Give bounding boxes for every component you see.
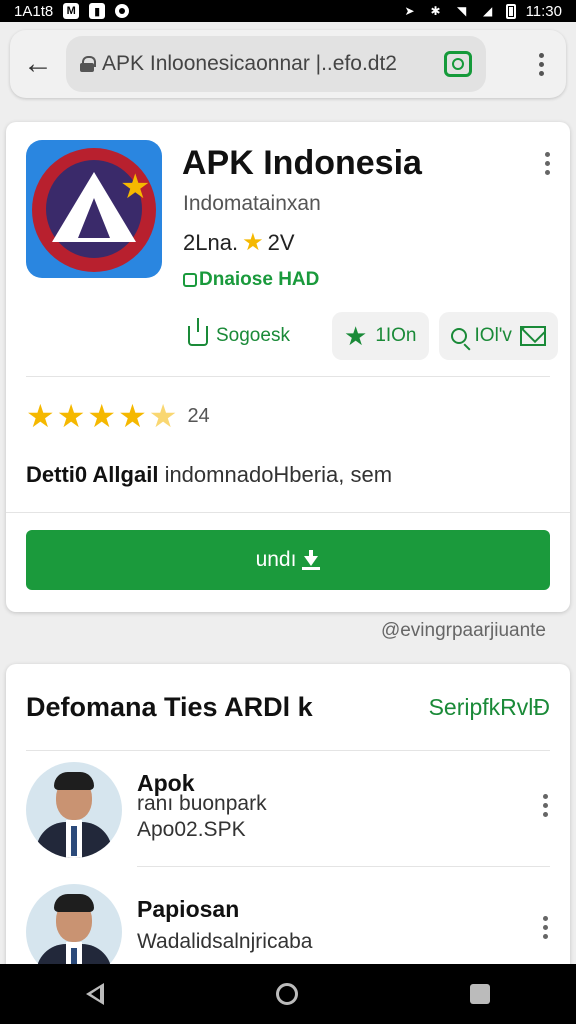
item-more-icon[interactable]: [540, 794, 550, 817]
wifi-icon: ◥: [456, 4, 467, 18]
location-icon: ➤: [404, 4, 415, 18]
status-time: 11:30: [525, 2, 562, 20]
divider: [137, 866, 550, 867]
rating-prefix: 2Lna.: [183, 229, 239, 255]
notification-icon: M: [63, 3, 80, 19]
search-label: IOl'v: [474, 325, 512, 346]
item-more-icon[interactable]: [540, 916, 550, 939]
install-button[interactable]: undı: [26, 530, 550, 590]
app-card: ★ APK Indonesia Indomatainxan 2Lna. ★ 2V…: [6, 122, 570, 612]
divider: [26, 376, 550, 377]
person-line1: Wadalidsalnjricaba: [137, 930, 313, 953]
person-name: Papiosan: [137, 896, 240, 922]
more-vert-icon[interactable]: [516, 52, 566, 76]
divider: [26, 750, 550, 751]
badge-icon: [183, 273, 197, 287]
battery-icon: [505, 3, 516, 19]
download-icon: [302, 550, 321, 570]
list-item[interactable]: Apok ranı buonpark Apo02.SPK: [6, 754, 570, 864]
nav-home-icon[interactable]: [276, 983, 298, 1005]
star-outline-icon: ★: [344, 321, 368, 351]
star-label: 1IOn: [375, 325, 417, 346]
url-text[interactable]: APK Inloonesicaonnar |..efo.dt2: [102, 52, 436, 76]
app-rating-line: 2Lna. ★ 2V: [183, 228, 295, 257]
record-icon: [115, 4, 130, 18]
status-text: 1A1t8: [14, 2, 54, 20]
signal-icon: ◢: [482, 4, 493, 18]
app-more-icon[interactable]: [542, 152, 552, 175]
rating-count: 24: [187, 404, 210, 427]
app-badge: Dnaiose HAD: [183, 269, 319, 291]
status-left: 1A1t8 M ▮: [14, 2, 130, 20]
browser-toolbar: ← APK Inloonesicaonnar |..efo.dt2: [10, 30, 566, 98]
star-icon: ★: [87, 398, 117, 434]
tab-switcher-icon[interactable]: [444, 51, 472, 77]
nav-back-icon[interactable]: [86, 983, 104, 1005]
share-button[interactable]: Sogoesk: [182, 312, 322, 360]
search-button[interactable]: IOl'v: [438, 312, 558, 360]
footer-note: @evingrpaarjiuante: [380, 620, 546, 641]
section-link[interactable]: SeripfkRvlĐ: [429, 694, 550, 721]
star-icon: ★: [56, 398, 86, 434]
navigation-bar: [0, 964, 576, 1024]
bluetooth-icon: ✱: [430, 4, 441, 18]
mail-icon: [519, 326, 546, 346]
section-title: Defomana Ties ARDl k: [26, 692, 313, 722]
person-line2: Apo02.SPK: [137, 818, 246, 841]
nav-recents-icon[interactable]: [470, 984, 490, 1004]
half-star-icon: ★: [148, 398, 178, 434]
gallery-icon: ▮: [89, 3, 106, 19]
rating-suffix: 2V: [267, 229, 295, 255]
developer-name[interactable]: indomnadoHberia, sem: [165, 462, 392, 487]
address-bar[interactable]: APK Inloonesicaonnar |..efo.dt2: [66, 36, 486, 92]
app-subtitle: Indomatainxan: [183, 192, 321, 215]
star-icon: ★: [242, 229, 264, 256]
app-logo-icon: ★: [26, 140, 162, 278]
badge-text: Dnaiose HAD: [199, 269, 320, 290]
developers-card: Defomana Ties ARDl k SeripfkRvlĐ Apok ra…: [6, 664, 570, 984]
status-right: ➤ ✱ ◥ ◢ 11:30: [402, 3, 562, 20]
star-icon: ★: [26, 398, 55, 434]
back-arrow-icon[interactable]: ←: [10, 30, 66, 98]
status-bar: 1A1t8 M ▮ ➤ ✱ ◥ ◢ 11:30: [0, 0, 576, 22]
install-label: undı: [255, 548, 297, 571]
lock-icon: [80, 56, 96, 72]
action-row: Sogoesk ★ 1IOn IOl'v: [182, 312, 558, 360]
share-icon: [188, 318, 208, 346]
avatar: [26, 762, 122, 858]
developer-label: Detti0 Allgail: [26, 462, 159, 487]
person-line1: ranı buonpark: [137, 792, 267, 815]
developer-line: Detti0 Allgail indomnadoHberia, sem: [26, 462, 392, 488]
search-icon: [450, 328, 467, 344]
divider: [6, 512, 570, 513]
share-label: Sogoesk: [216, 325, 290, 346]
star-icon: ★: [118, 398, 147, 434]
app-title: APK Indonesia: [182, 144, 422, 182]
star-button[interactable]: ★ 1IOn: [332, 312, 429, 360]
star-rating: ★ ★ ★ ★ ★ 24: [26, 400, 210, 432]
